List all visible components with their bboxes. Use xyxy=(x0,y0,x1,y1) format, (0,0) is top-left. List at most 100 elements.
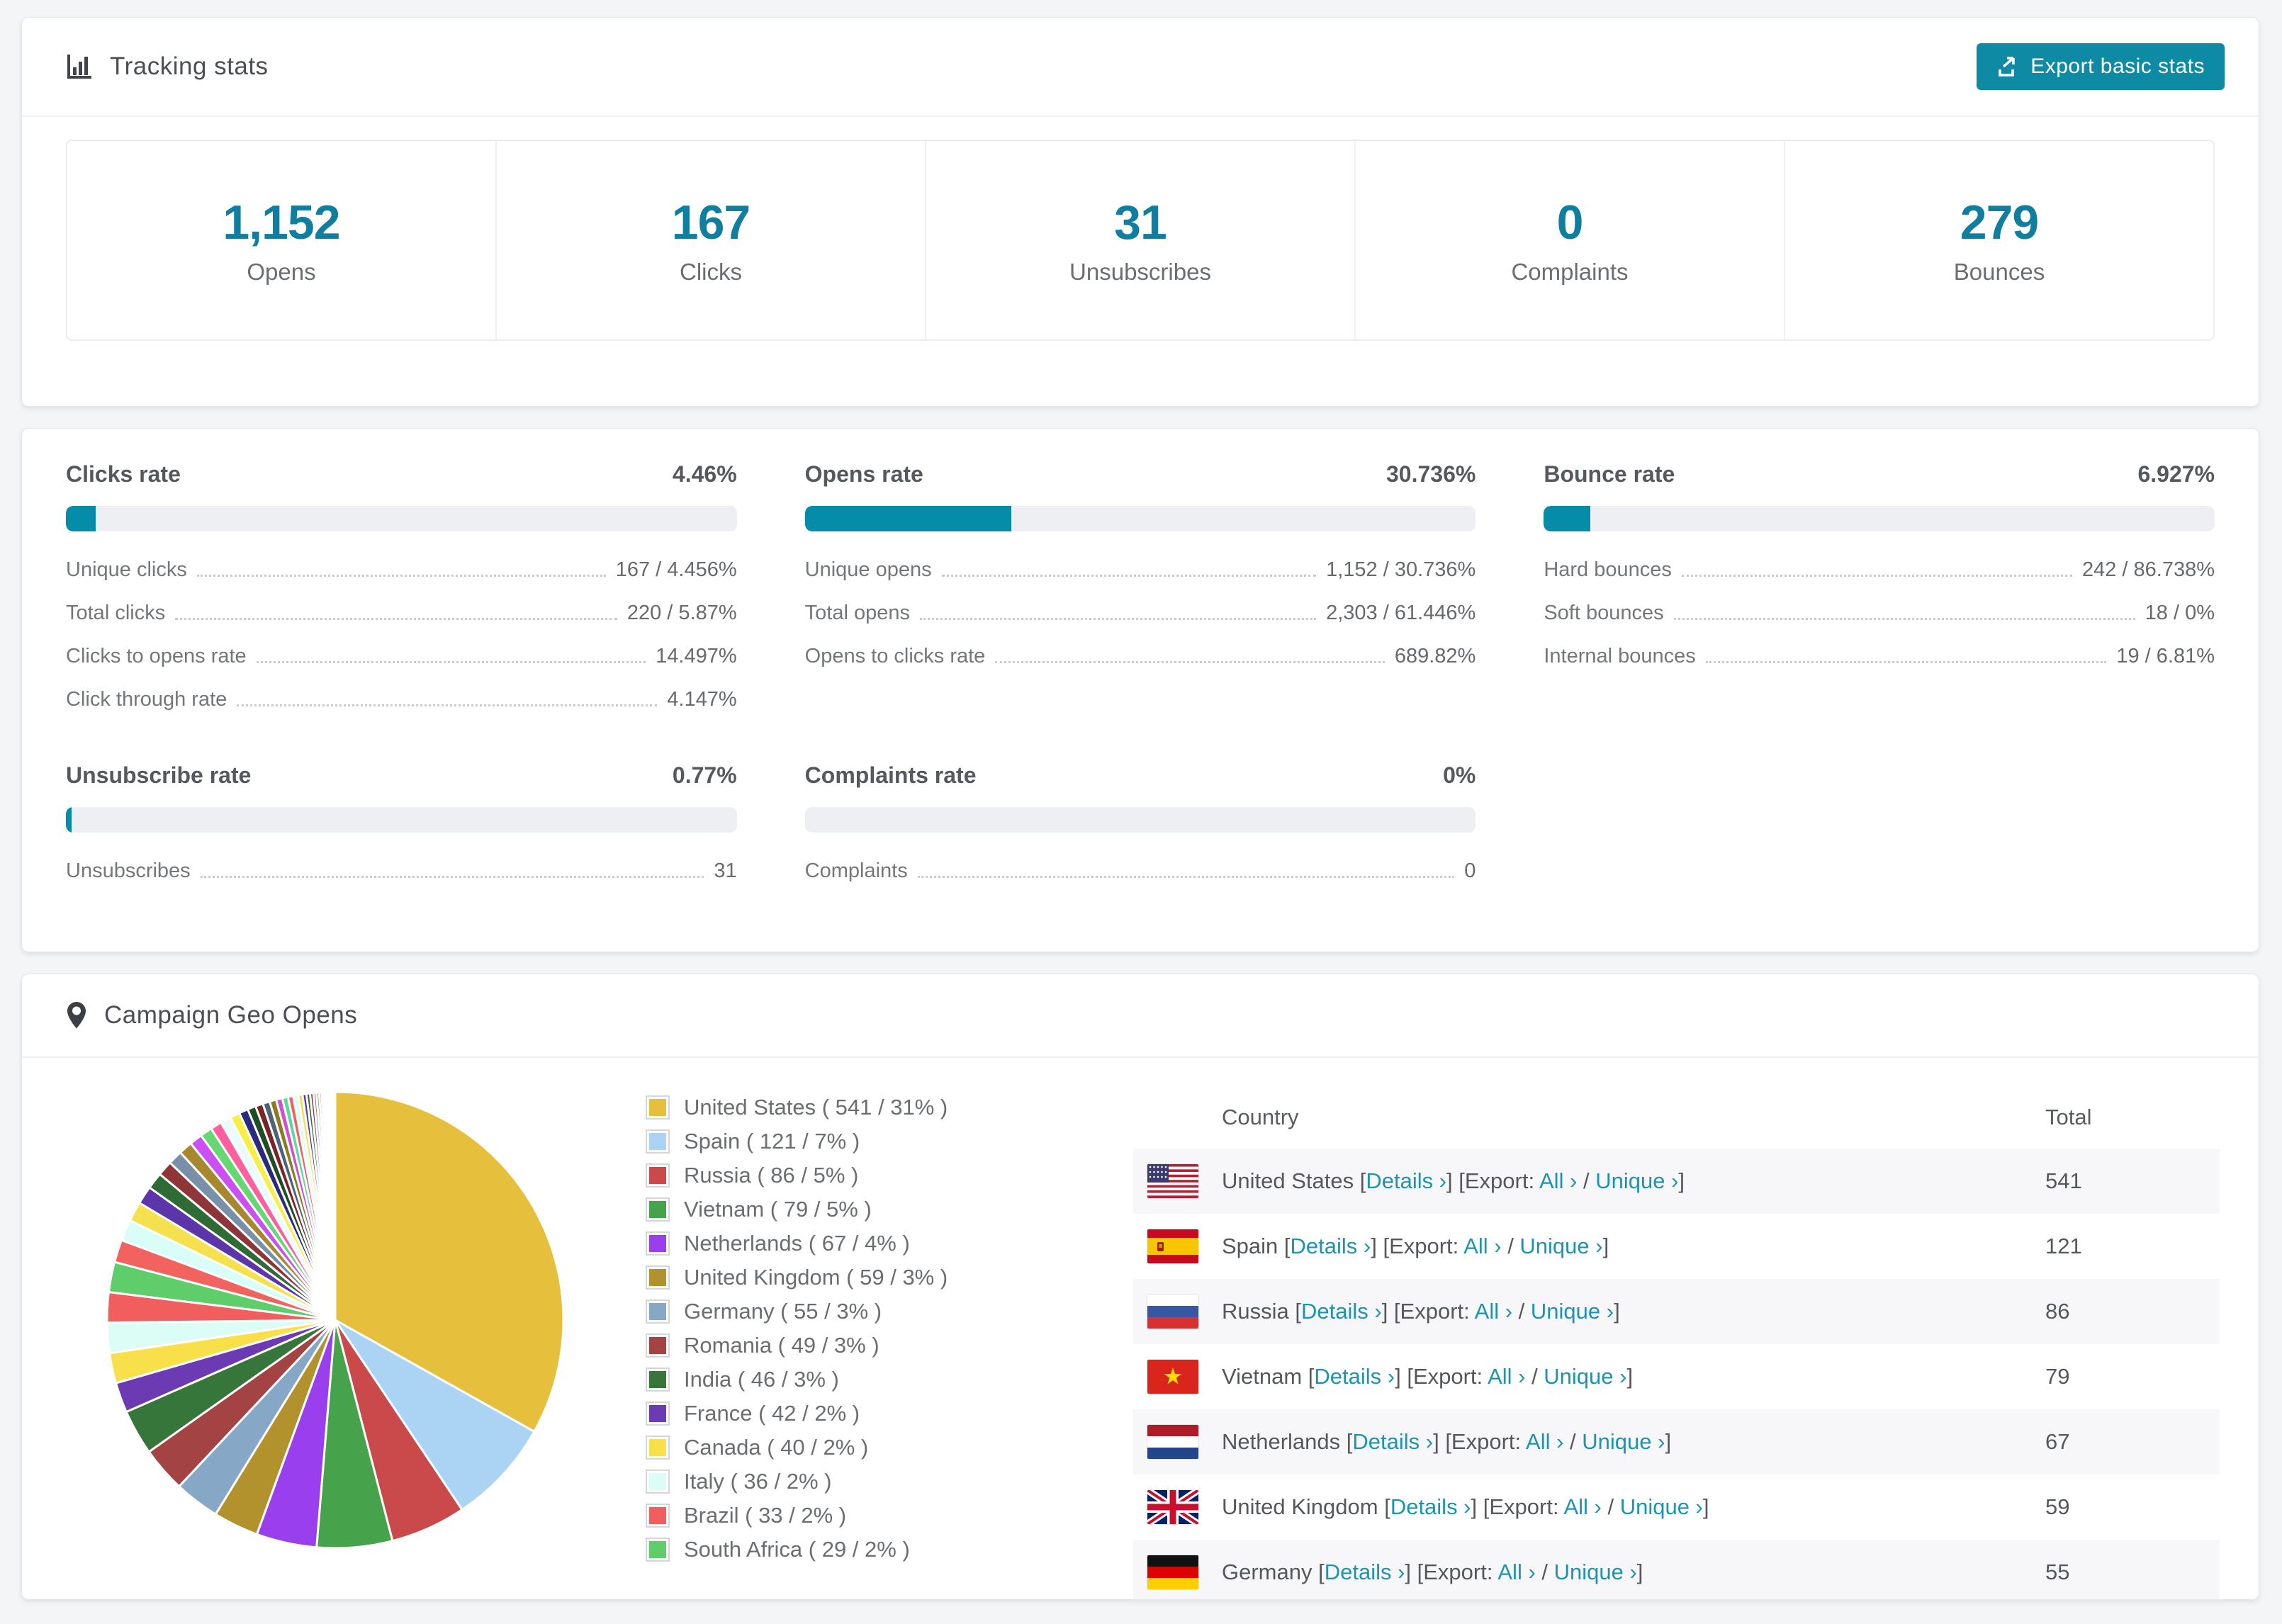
rate-block-complaints-rate: Complaints rate 0% Complaints 0 xyxy=(804,762,1476,883)
country-links-germany: Germany [Details ›] [Export: All › / Uni… xyxy=(1222,1560,1643,1585)
details-link[interactable]: Details › xyxy=(1291,1234,1371,1258)
export-unique-link[interactable]: Unique › xyxy=(1519,1234,1602,1258)
rate-row-label-total-opens: Total opens xyxy=(804,602,910,624)
stats-summary-panel: 1,152 Opens 167 Clicks 31 Unsubscribes 0 Compla… xyxy=(66,140,2215,341)
export-unique-link[interactable]: Unique › xyxy=(1544,1364,1626,1389)
geo-cell-country-united-states: United States [Details ›] [Export: All ›… xyxy=(1133,1149,2045,1214)
bracket-text: ] xyxy=(1636,1560,1643,1584)
country-name: United States xyxy=(1222,1168,1354,1193)
bracket-text: [ xyxy=(1378,1494,1390,1519)
geo-row-germany: Germany [Details ›] [Export: All › / Uni… xyxy=(1133,1540,2220,1599)
details-link[interactable]: Details › xyxy=(1325,1560,1405,1584)
rate-progressbar-opens-rate xyxy=(804,506,1476,531)
tracking-stats-header: Tracking stats Export basic stats xyxy=(22,18,2259,117)
rate-row-value-unique-clicks: 167 / 4.456% xyxy=(615,558,737,581)
stat-label-unsubscribes: Unsubscribes xyxy=(1069,259,1211,285)
details-link[interactable]: Details › xyxy=(1366,1168,1446,1193)
export-unique-link[interactable]: Unique › xyxy=(1531,1299,1614,1324)
export-all-link[interactable]: All › xyxy=(1526,1429,1563,1454)
dotted-leader xyxy=(237,704,658,706)
export-basic-stats-button[interactable]: Export basic stats xyxy=(1977,43,2225,90)
export-unique-link[interactable]: Unique › xyxy=(1554,1560,1637,1584)
slash-text: / xyxy=(1501,1234,1520,1258)
details-link[interactable]: Details › xyxy=(1352,1429,1433,1454)
legend-item-united-kingdom: United Kingdom ( 59 / 3% ) xyxy=(646,1265,1042,1290)
details-link[interactable]: Details › xyxy=(1301,1299,1382,1324)
rate-value-complaints-rate: 0% xyxy=(1443,762,1476,788)
slash-text: / xyxy=(1563,1429,1583,1454)
slash-text: / xyxy=(1525,1364,1544,1389)
legend-swatch-spain xyxy=(646,1129,670,1154)
bracket-text: ] xyxy=(1702,1494,1709,1519)
rate-row-value-hard-bounces: 242 / 86.738% xyxy=(2081,558,2215,581)
country-links-netherlands: Netherlands [Details ›] [Export: All › /… xyxy=(1222,1429,1671,1455)
flag-us-icon xyxy=(1147,1164,1198,1198)
flag-gb-icon xyxy=(1147,1490,1198,1524)
geo-row-united-states: United States [Details ›] [Export: All ›… xyxy=(1133,1149,2220,1214)
rate-value-bounce-rate: 6.927% xyxy=(2137,461,2215,487)
country-inner-russia: Russia [Details ›] [Export: All › / Uniq… xyxy=(1147,1295,2044,1329)
export-all-link[interactable]: All › xyxy=(1497,1560,1535,1584)
geo-title: Campaign Geo Opens xyxy=(66,1001,357,1030)
export-all-link[interactable]: All › xyxy=(1563,1494,1601,1519)
export-all-link[interactable]: All › xyxy=(1475,1299,1512,1324)
bracket-text: [ xyxy=(1354,1168,1366,1193)
geo-cell-total-russia: 86 xyxy=(2045,1299,2070,1324)
rate-row-click-through-rate: Click through rate 4.147% xyxy=(66,688,737,711)
legend-swatch-france xyxy=(646,1402,670,1426)
rate-title-row-complaints-rate: Complaints rate 0% xyxy=(805,762,1476,789)
rate-title-row-bounce-rate: Bounce rate 6.927% xyxy=(1544,461,2215,487)
details-link[interactable]: Details › xyxy=(1314,1364,1395,1389)
rate-title-row-clicks-rate: Clicks rate 4.46% xyxy=(66,461,737,487)
legend-label-canada: Canada ( 40 / 2% ) xyxy=(684,1435,869,1460)
bracket-text: [ xyxy=(1312,1560,1325,1584)
rates-grid: Clicks rate 4.46% Unique clicks 167 / 4.456… xyxy=(22,429,2259,883)
bracket-text: [ xyxy=(1288,1299,1301,1324)
rate-row-hard-bounces: Hard bounces 242 / 86.738% xyxy=(1544,558,2215,582)
rate-progressbar-fill-unsubscribe-rate xyxy=(66,807,72,833)
country-links-spain: Spain [Details ›] [Export: All › / Uniqu… xyxy=(1222,1234,1609,1259)
legend-label-italy: Italy ( 36 / 2% ) xyxy=(684,1469,832,1494)
export-unique-link[interactable]: Unique › xyxy=(1582,1429,1665,1454)
legend-swatch-india xyxy=(646,1368,670,1392)
rate-value-clicks-rate: 4.46% xyxy=(672,461,737,487)
bracket-text: [ xyxy=(1278,1234,1291,1258)
rate-row-unsubscribes: Unsubscribes 31 xyxy=(66,859,737,883)
legend-label-russia: Russia ( 86 / 5% ) xyxy=(684,1163,859,1188)
legend-item-south-africa: South Africa ( 29 / 2% ) xyxy=(646,1537,1042,1562)
geo-cell-country-united-kingdom: United Kingdom [Details ›] [Export: All … xyxy=(1133,1474,2045,1540)
export-prefix-text: ] [Export: xyxy=(1471,1494,1564,1519)
bracket-text: ] xyxy=(1665,1429,1672,1454)
rate-progressbar-fill-opens-rate xyxy=(804,506,1011,531)
geo-cell-total-germany: 55 xyxy=(2045,1560,2070,1584)
export-all-link[interactable]: All › xyxy=(1539,1168,1577,1193)
export-all-link[interactable]: All › xyxy=(1488,1364,1525,1389)
rate-rows-bounce-rate: Hard bounces 242 / 86.738% Soft bounces 18 … xyxy=(1544,558,2215,668)
slash-text: / xyxy=(1535,1560,1554,1584)
geo-cell-total-spain: 121 xyxy=(2045,1234,2082,1258)
rate-rows-complaints-rate: Complaints 0 xyxy=(805,859,1476,883)
rate-block-bounce-rate: Bounce rate 6.927% Hard bounces 242 / 86.73… xyxy=(1544,461,2215,711)
rate-rows-clicks-rate: Unique clicks 167 / 4.456% Total clicks 220… xyxy=(66,558,737,711)
rate-row-label-soft-bounces: Soft bounces xyxy=(1544,602,1664,624)
tracking-stats-title: Tracking stats xyxy=(66,52,269,81)
geo-row-russia: Russia [Details ›] [Export: All › / Uniq… xyxy=(1133,1279,2220,1344)
rate-value-opens-rate: 30.736% xyxy=(1386,461,1476,487)
rate-row-label-internal-bounces: Internal bounces xyxy=(1544,645,1696,667)
stat-box-clicks: 167 Clicks xyxy=(497,141,926,339)
rate-row-value-soft-bounces: 18 / 0% xyxy=(2145,602,2215,624)
export-unique-link[interactable]: Unique › xyxy=(1620,1494,1703,1519)
flag-de-icon xyxy=(1147,1555,1198,1589)
legend-label-united-kingdom: United Kingdom ( 59 / 3% ) xyxy=(684,1265,948,1290)
country-name: Vietnam xyxy=(1222,1364,1303,1389)
dotted-leader xyxy=(1673,618,2135,620)
rate-rows-unsubscribe-rate: Unsubscribes 31 xyxy=(66,859,737,883)
rate-row-opens-to-clicks-rate: Opens to clicks rate 689.82% xyxy=(805,645,1476,668)
export-unique-link[interactable]: Unique › xyxy=(1595,1168,1678,1193)
legend-item-russia: Russia ( 86 / 5% ) xyxy=(646,1163,1042,1188)
country-links-russia: Russia [Details ›] [Export: All › / Uniq… xyxy=(1222,1299,1620,1324)
details-link[interactable]: Details › xyxy=(1390,1494,1471,1519)
rate-row-soft-bounces: Soft bounces 18 / 0% xyxy=(1544,602,2215,625)
rate-row-complaints: Complaints 0 xyxy=(805,859,1476,883)
export-all-link[interactable]: All › xyxy=(1463,1234,1501,1258)
